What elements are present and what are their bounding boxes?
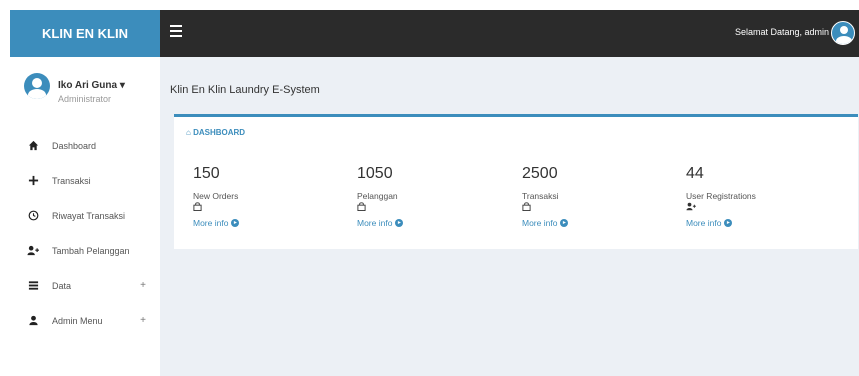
stat-new-orders: 150 New Orders More info ▸ xyxy=(193,165,353,231)
user-role: Administrator xyxy=(58,94,112,104)
user-add-icon xyxy=(26,244,40,258)
box-title: ⌂ DASHBOARD xyxy=(186,128,245,137)
plus-icon xyxy=(26,174,40,188)
sidebar-item-dashboard[interactable]: Dashboard xyxy=(10,128,160,163)
arrow-circle-right-icon: ▸ xyxy=(724,219,733,227)
app-window: KLIN EN KLIN Selamat Datang, admin Iko A… xyxy=(10,10,859,376)
stat-value: 2500 xyxy=(522,165,558,182)
sidebar-item-label: Transaksi xyxy=(52,175,91,186)
stat-value: 1050 xyxy=(357,165,393,182)
avatar xyxy=(24,73,50,99)
welcome-text: Selamat Datang, admin xyxy=(734,27,829,37)
bag-icon xyxy=(193,202,353,213)
sidebar-item-label: Riwayat Transaksi xyxy=(52,210,126,221)
stat-user-registrations: 44 User Registrations More info ▸ xyxy=(686,165,846,231)
more-info-link[interactable]: More info ▸ xyxy=(193,218,240,228)
sidebar-item-transaksi[interactable]: Transaksi xyxy=(10,163,160,198)
sidebar-menu: Dashboard Transaksi Riwayat Transaksi Ta… xyxy=(10,128,160,338)
bag-icon xyxy=(522,202,682,213)
brand-title: KLIN EN KLIN xyxy=(42,26,128,41)
sidebar-item-riwayat-transaksi[interactable]: Riwayat Transaksi xyxy=(10,198,160,233)
sidebar-item-tambah-pelanggan[interactable]: Tambah Pelanggan xyxy=(10,233,160,268)
box-title-text: DASHBOARD xyxy=(193,128,246,137)
sidebar-item-label: Dashboard xyxy=(52,140,97,151)
stat-value: 44 xyxy=(686,165,704,182)
stat-pelanggan: 1050 Pelanggan More info ▸ xyxy=(357,165,517,231)
sidebar-item-data[interactable]: Data + xyxy=(10,268,160,303)
stat-transaksi: 2500 Transaksi More info ▸ xyxy=(522,165,682,231)
main-content: Klin En Klin Laundry E-System ⌂ DASHBOAR… xyxy=(160,57,859,376)
sidebar-item-label: Tambah Pelanggan xyxy=(52,245,130,256)
stat-value: 150 xyxy=(193,165,220,182)
user-icon xyxy=(26,314,40,328)
stat-label: Pelanggan xyxy=(357,191,398,201)
sidebar-item-admin-menu[interactable]: Admin Menu + xyxy=(10,303,160,338)
arrow-circle-right-icon: ▸ xyxy=(231,219,240,227)
home-icon xyxy=(26,139,40,153)
sidebar-item-label: Data xyxy=(52,280,72,291)
expand-plus-icon[interactable]: + xyxy=(140,315,146,326)
user-add-icon xyxy=(686,202,846,213)
more-info-link[interactable]: More info ▸ xyxy=(522,218,569,228)
menu-toggle-icon[interactable] xyxy=(170,25,182,39)
bag-icon xyxy=(357,202,517,213)
user-avatar-icon[interactable] xyxy=(831,21,855,45)
clock-icon xyxy=(26,209,40,223)
dashboard-box: ⌂ DASHBOARD 150 New Orders More info ▸ 10… xyxy=(174,114,858,249)
user-name-dropdown[interactable]: Iko Ari Guna ▾ xyxy=(58,80,125,91)
arrow-circle-right-icon: ▸ xyxy=(395,219,404,227)
user-panel: Iko Ari Guna ▾ Administrator xyxy=(10,57,160,127)
sidebar: Iko Ari Guna ▾ Administrator Dashboard T… xyxy=(10,57,160,376)
more-info-link[interactable]: More info ▸ xyxy=(686,218,733,228)
stat-label: Transaksi xyxy=(522,191,559,201)
more-info-link[interactable]: More info ▸ xyxy=(357,218,404,228)
brand-logo[interactable]: KLIN EN KLIN xyxy=(10,10,160,57)
stat-label: User Registrations xyxy=(686,191,756,201)
home-icon: ⌂ xyxy=(186,128,191,137)
top-navbar: Selamat Datang, admin xyxy=(160,10,859,57)
page-title: Klin En Klin Laundry E-System xyxy=(170,84,320,96)
stat-label: New Orders xyxy=(193,191,239,201)
list-icon xyxy=(26,279,40,293)
arrow-circle-right-icon: ▸ xyxy=(560,219,569,227)
expand-plus-icon[interactable]: + xyxy=(140,280,146,291)
sidebar-item-label: Admin Menu xyxy=(52,315,103,326)
